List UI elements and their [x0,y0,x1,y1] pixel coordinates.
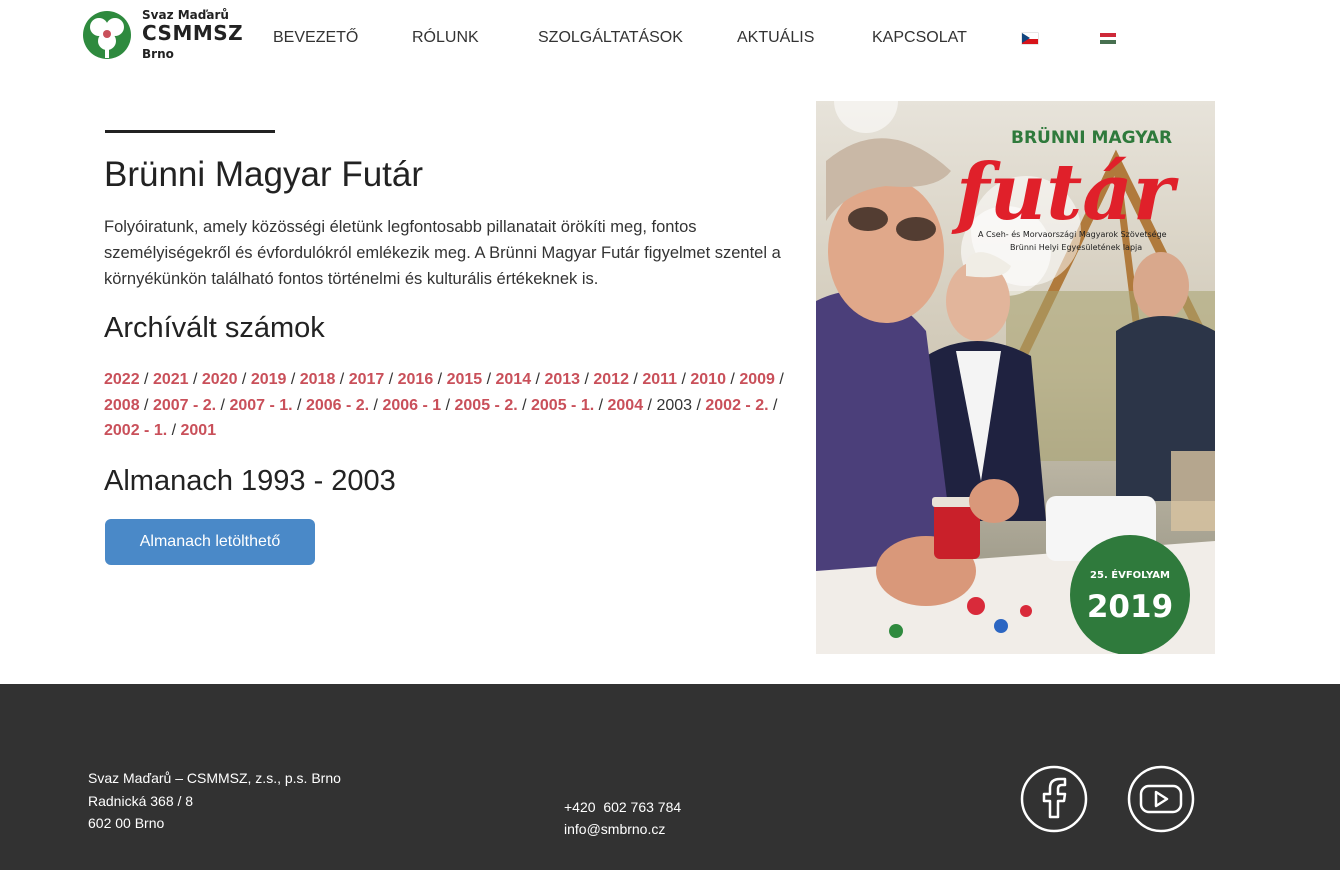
archive-link[interactable]: 2009 [739,371,775,388]
magazine-cover-image: BRÜNNI MAGYAR futár A Cseh- és Morvaorsz… [816,101,1215,654]
archive-separator: / [643,396,657,414]
archive-separator: / [335,371,349,388]
archive-link[interactable]: 2006 - 1 [382,397,441,414]
nav-rolunk[interactable]: RÓLUNK [412,29,479,47]
logo-line3: Brno [142,47,174,61]
archive-link[interactable]: 2008 [104,397,140,414]
youtube-icon[interactable] [1127,765,1195,833]
footer-contact: +420 602 763 784 info@smbrno.cz [564,796,681,840]
archive-link[interactable]: 2015 [447,371,483,388]
archive-separator: / [594,396,608,414]
archive-separator: / [628,371,643,388]
cover-big-title: futár [951,147,1179,238]
cover-year: 2019 [1087,589,1173,625]
archive-separator: / [188,371,202,388]
archive-link[interactable]: 2013 [544,371,580,388]
nav-aktualis[interactable]: AKTUÁLIS [737,29,814,47]
archive-link[interactable]: 2018 [300,371,336,388]
archive-separator: / [517,396,531,414]
nav-kapcsolat[interactable]: KAPCSOLAT [872,29,967,47]
site-header: Svaz Maďarů CSMMSZ Brno BEVEZETŐ RÓLUNK … [0,0,1340,78]
czech-flag-icon[interactable] [1022,33,1038,44]
hungarian-flag-icon[interactable] [1100,33,1116,44]
archive-separator: / [292,396,306,414]
archive-separator: / [677,371,691,388]
archive-link[interactable]: 2001 [181,422,217,439]
archive-link[interactable]: 2010 [690,371,726,388]
site-footer: Svaz Maďarů – CSMMSZ, z.s., p.s. Brno Ra… [0,684,1340,870]
archive-link[interactable]: 2021 [153,371,189,388]
footer-address: Svaz Maďarů – CSMMSZ, z.s., p.s. Brno Ra… [88,767,341,835]
almanach-heading: Almanach 1993 - 2003 [104,465,396,497]
archive-separator: / [139,396,153,414]
archive-separator: / [286,371,300,388]
archive-link[interactable]: 2007 - 2. [153,397,216,414]
cover-subtitle-1: A Cseh- és Morvaországi Magyarok Szövets… [978,229,1167,239]
archive-separator: / [774,371,784,388]
archive-separator: / [580,371,594,388]
archive-link[interactable]: 2005 - 2. [455,397,518,414]
archive-separator: / [369,396,383,414]
archive-separator: / [433,371,447,388]
archive-link[interactable]: 2004 [608,397,644,414]
archive-link[interactable]: 2007 - 1. [229,397,292,414]
cover-volume: 25. ÉVFOLYAM [1090,568,1170,581]
archive-link[interactable]: 2002 - 1. [104,422,167,439]
archive-link[interactable]: 2019 [251,371,287,388]
facebook-icon[interactable] [1020,765,1088,833]
footer-address-line: 602 00 Brno [88,815,165,831]
archive-heading: Archívált számok [104,312,325,344]
footer-address-line: Radnická 368 / 8 [88,792,194,809]
archive-link[interactable]: 2020 [202,371,238,388]
footer-address-line: Svaz Maďarů – CSMMSZ, z.s., p.s. Brno [88,770,341,786]
page-title: Brünni Magyar Futár [104,155,424,194]
footer-phone[interactable]: +420 602 763 784 [564,796,681,818]
archive-link[interactable]: 2016 [398,371,434,388]
archive-separator: / [384,371,398,388]
archive-separator: / [725,371,740,388]
archive-link[interactable]: 2005 - 1. [531,397,594,414]
archive-link[interactable]: 2002 - 2. [705,397,768,414]
archive-separator: / [441,396,455,414]
archive-link[interactable]: 2022 [104,371,140,388]
archive-link[interactable]: 2012 [593,371,629,388]
nav-bevezeto[interactable]: BEVEZETŐ [273,29,358,47]
archive-separator: / [216,396,230,414]
archive-link[interactable]: 2006 - 2. [306,397,369,414]
clover-logo-icon [83,11,131,59]
title-divider [105,130,275,133]
almanach-download-button[interactable]: Almanach letölthető [105,519,315,565]
archive-link[interactable]: 2011 [642,371,677,388]
cover-top-title: BRÜNNI MAGYAR [1011,126,1172,148]
archive-link[interactable]: 2017 [349,371,385,388]
cover-subtitle-2: Brünni Helyi Egyesületének lapja [1010,242,1142,252]
archive-separator: / [139,371,153,388]
archive-link[interactable]: 2014 [496,371,532,388]
logo-line2: CSMMSZ [142,21,244,45]
nav-szolgaltatasok[interactable]: SZOLGÁLTATÁSOK [538,29,683,47]
archive-separator: / [482,371,496,388]
archive-item: 2003 [656,396,693,414]
logo-line1: Svaz Maďarů [142,8,229,22]
archive-separator: / [167,422,181,439]
intro-text: Folyóiratunk, amely közösségi életünk le… [104,218,781,288]
archive-separator: / [692,396,706,414]
archive-separator: / [768,396,778,414]
footer-email[interactable]: info@smbrno.cz [564,818,681,840]
archive-separator: / [531,371,545,388]
archive-separator: / [237,371,251,388]
archive-links: 2022 / 2021 / 2020 / 2019 / 2018 / 2017 … [104,367,804,444]
site-logo[interactable]: Svaz Maďarů CSMMSZ Brno [82,8,252,64]
